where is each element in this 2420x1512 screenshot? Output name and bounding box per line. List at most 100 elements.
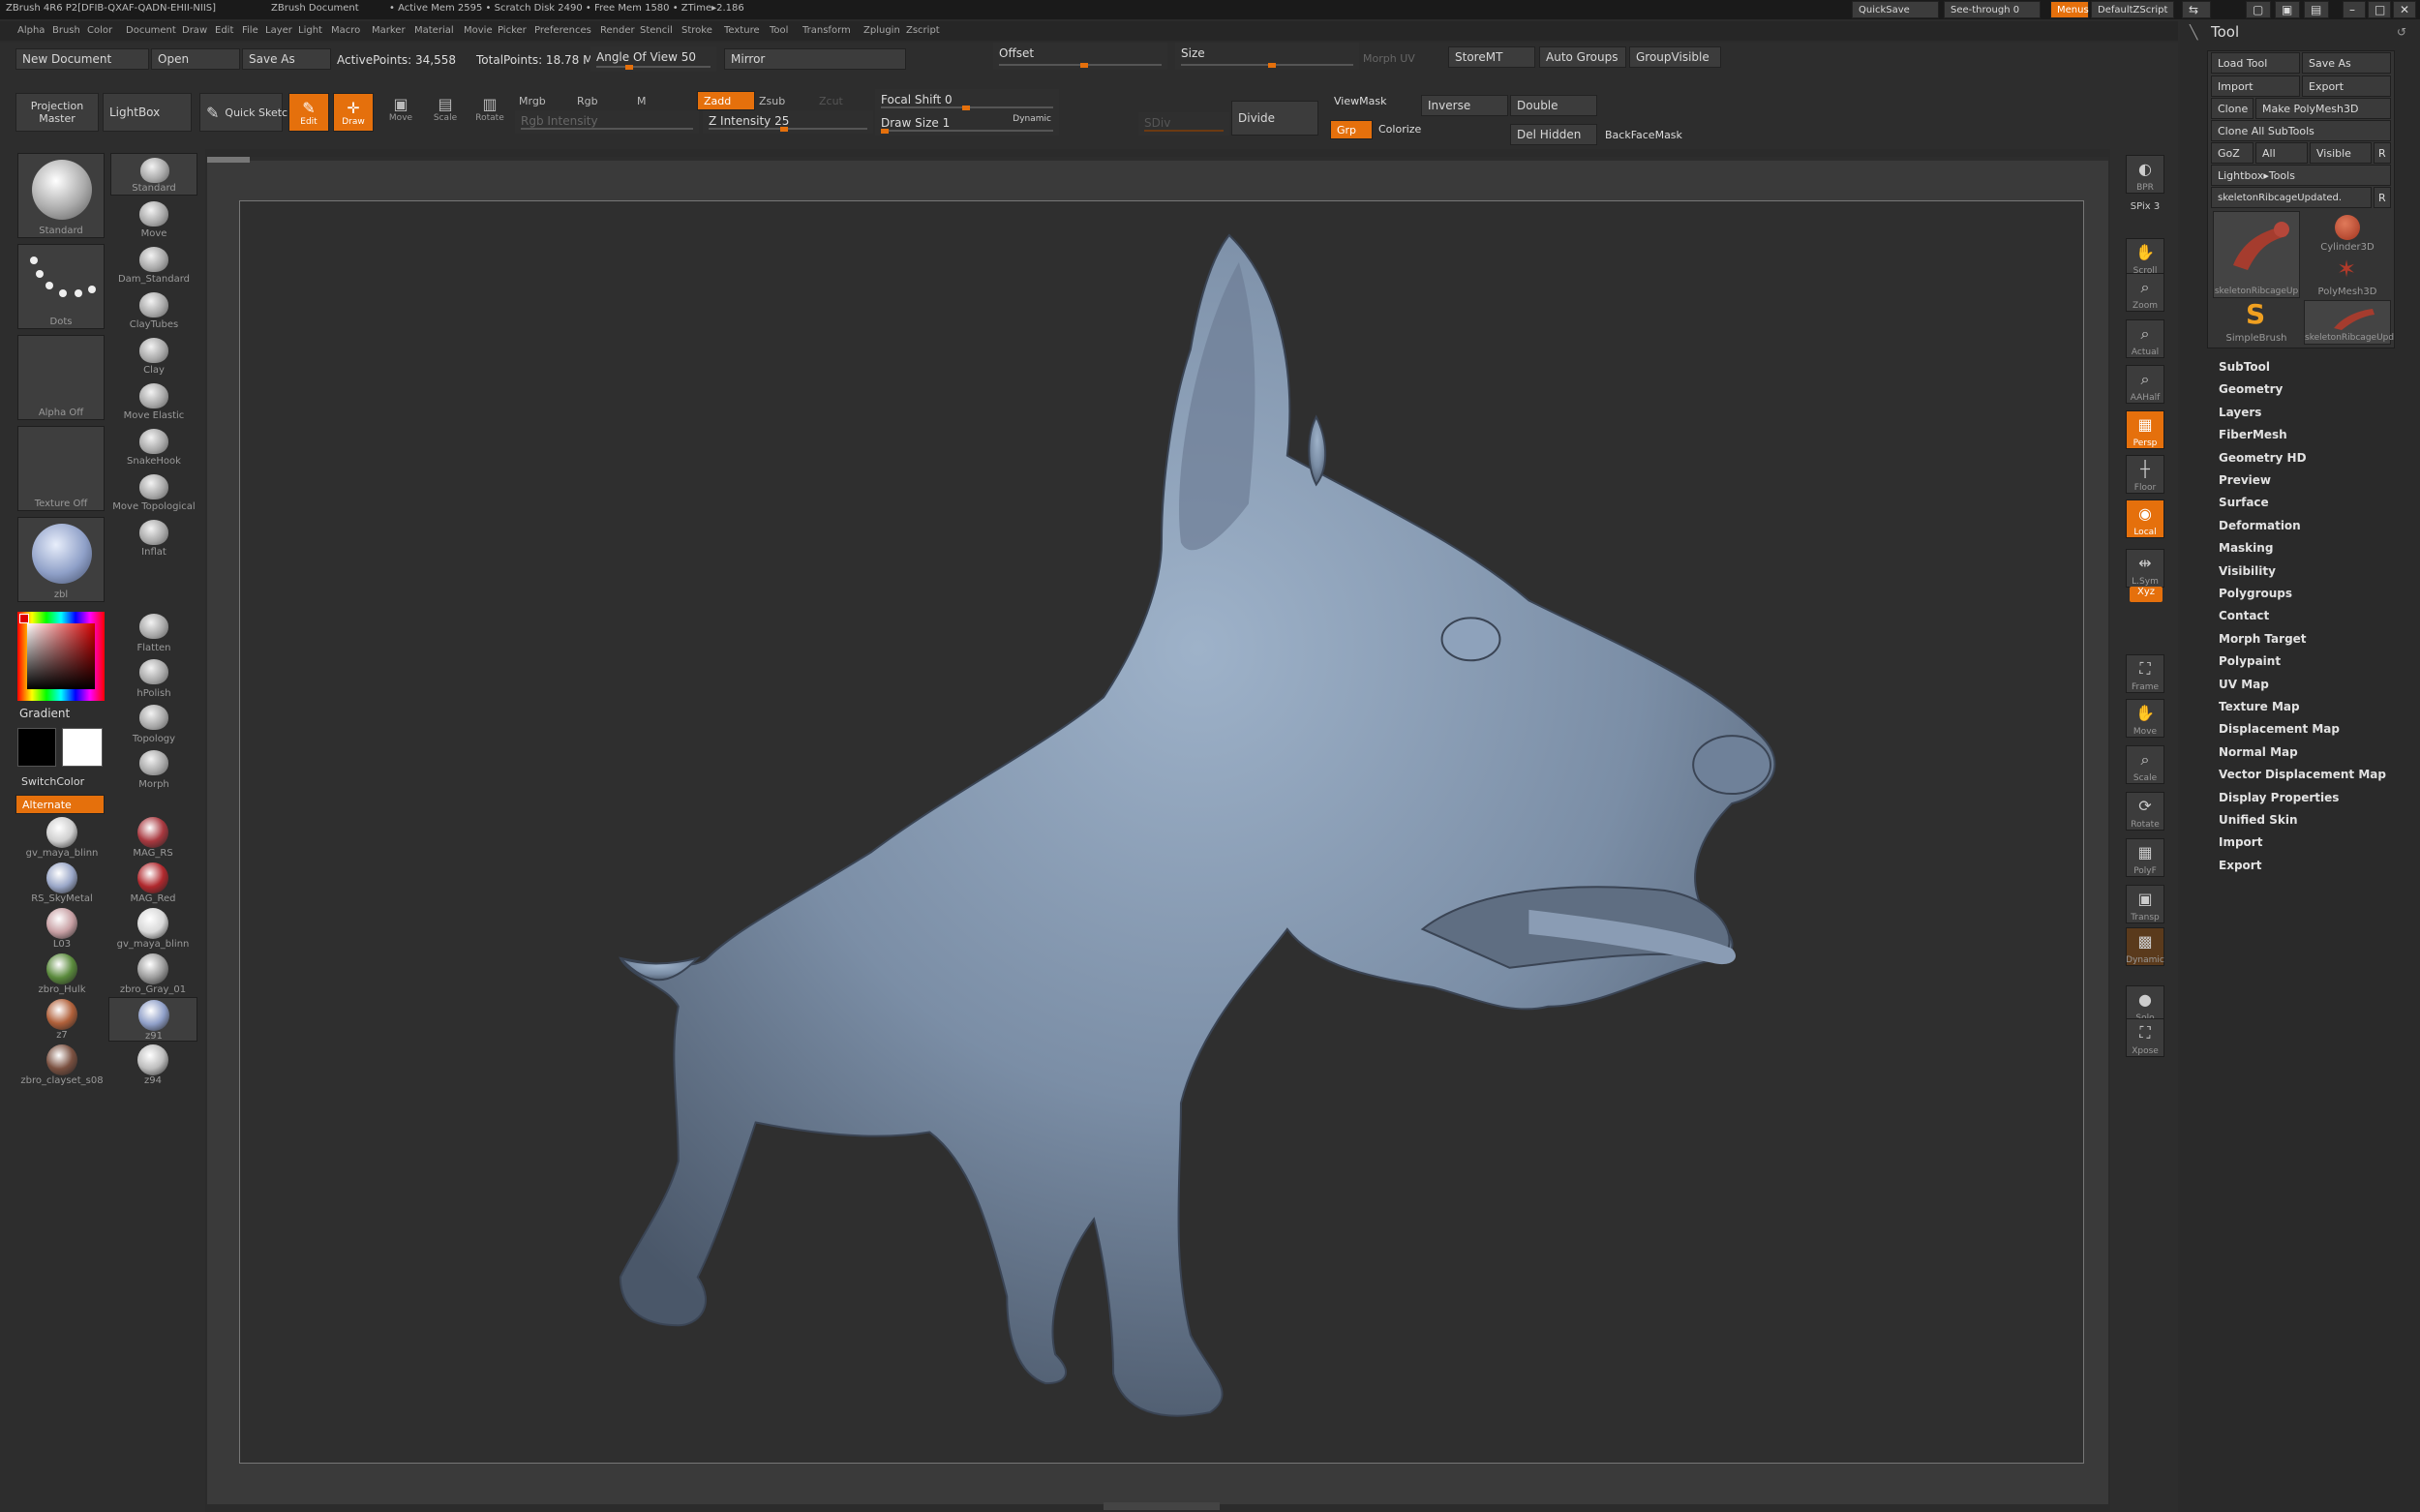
canvas-bottom-scroll[interactable] bbox=[1104, 1502, 1220, 1510]
tool-section-normal-map[interactable]: Normal Map bbox=[2219, 745, 2298, 759]
current-brush-thumbnail[interactable]: Standard bbox=[17, 153, 105, 238]
right-shelf-dynamic[interactable]: ▩ Dynamic bbox=[2126, 927, 2164, 966]
menu-brush[interactable]: Brush bbox=[52, 25, 80, 36]
save-as-tool-button[interactable]: Save As bbox=[2302, 52, 2391, 74]
material-item[interactable]: MAG_Red bbox=[108, 861, 197, 905]
gradient-toggle[interactable]: Gradient bbox=[19, 707, 70, 720]
default-zscript-button[interactable]: DefaultZScript bbox=[2091, 1, 2174, 18]
menu-color[interactable]: Color bbox=[87, 25, 112, 36]
alpha-thumbnail[interactable]: Alpha Off bbox=[17, 335, 105, 420]
tool-section-import[interactable]: Import bbox=[2219, 835, 2262, 849]
tool-section-layers[interactable]: Layers bbox=[2219, 406, 2261, 419]
material-item[interactable]: zbro_Gray_01 bbox=[108, 952, 197, 996]
clone-button[interactable]: Clone bbox=[2211, 98, 2254, 119]
tool-thumb-skeleton[interactable]: skeletonRibcageUp bbox=[2213, 211, 2300, 298]
brush-claytubes[interactable]: ClayTubes bbox=[110, 290, 197, 333]
right-shelf-actual[interactable]: ⌕ Actual bbox=[2126, 319, 2164, 358]
brush-hpolish[interactable]: hPolish bbox=[110, 657, 197, 700]
right-shelf-local[interactable]: ◉ Local bbox=[2126, 499, 2164, 538]
goz-all-button[interactable]: All bbox=[2255, 142, 2308, 164]
tool-section-masking[interactable]: Masking bbox=[2219, 541, 2273, 555]
tool-section-morph-target[interactable]: Morph Target bbox=[2219, 632, 2307, 646]
menu-draw[interactable]: Draw bbox=[182, 25, 207, 36]
viewmask-button[interactable]: ViewMask bbox=[1334, 95, 1386, 107]
quicksave-button[interactable]: QuickSave bbox=[1852, 1, 1939, 18]
tool-section-polypaint[interactable]: Polypaint bbox=[2219, 654, 2281, 668]
stroke-thumbnail[interactable]: Dots bbox=[17, 244, 105, 329]
right-shelf-move[interactable]: ✋ Move bbox=[2126, 699, 2164, 738]
right-shelf-scale[interactable]: ⌕ Scale bbox=[2126, 745, 2164, 784]
material-item[interactable]: zbro_clayset_s08 bbox=[17, 1043, 106, 1087]
menu-preferences[interactable]: Preferences bbox=[534, 25, 591, 36]
material-item[interactable]: gv_maya_blinn bbox=[17, 815, 106, 860]
menu-file[interactable]: File bbox=[242, 25, 258, 36]
clone-all-subtools-button[interactable]: Clone All SubTools bbox=[2211, 120, 2391, 141]
lightbox-button[interactable]: LightBox bbox=[103, 93, 192, 132]
size-slider[interactable]: Size bbox=[1175, 43, 1359, 70]
close-icon[interactable]: ✕ bbox=[2393, 1, 2416, 18]
goz-button[interactable]: GoZ bbox=[2211, 142, 2254, 164]
tool-section-fibermesh[interactable]: FiberMesh bbox=[2219, 428, 2287, 441]
right-shelf-xpose[interactable]: ⛶ Xpose bbox=[2126, 1018, 2164, 1057]
quick-sketch-button[interactable]: ✎ Quick Sketch bbox=[199, 93, 294, 132]
right-shelf-frame[interactable]: ⛶ Frame bbox=[2126, 654, 2164, 693]
tool-thumb-skeleton-2[interactable]: skeletonRibcageUpd bbox=[2304, 300, 2394, 345]
tool-section-preview[interactable]: Preview bbox=[2219, 473, 2271, 487]
zadd-button[interactable]: Zadd bbox=[697, 91, 755, 110]
menu-tool[interactable]: Tool bbox=[770, 25, 788, 36]
rgb-intensity-slider[interactable]: Rgb Intensity bbox=[515, 110, 699, 134]
tool-section-uv-map[interactable]: UV Map bbox=[2219, 678, 2269, 691]
material-item[interactable]: zbro_Hulk bbox=[17, 952, 106, 996]
inverse-button[interactable]: Inverse bbox=[1421, 95, 1508, 116]
right-shelf-scroll[interactable]: ✋ Scroll bbox=[2126, 238, 2164, 277]
menu-material[interactable]: Material bbox=[414, 25, 454, 36]
zsub-button[interactable]: Zsub bbox=[759, 95, 785, 107]
minimize-icon[interactable]: – bbox=[2343, 1, 2366, 18]
dynamic-toggle[interactable]: Dynamic bbox=[1013, 114, 1051, 124]
double-button[interactable]: Double bbox=[1510, 95, 1597, 116]
tool-section-unified-skin[interactable]: Unified Skin bbox=[2219, 813, 2297, 827]
menu-marker[interactable]: Marker bbox=[372, 25, 406, 36]
brush-topology[interactable]: Topology bbox=[110, 703, 197, 745]
menus-button[interactable]: Menus bbox=[2050, 1, 2089, 18]
save-as-button[interactable]: Save As bbox=[242, 48, 331, 70]
material-item[interactable]: MAG_RS bbox=[108, 815, 197, 860]
brush-flatten[interactable]: Flatten bbox=[110, 612, 197, 654]
auto-groups-button[interactable]: Auto Groups bbox=[1539, 46, 1626, 68]
current-tool-r-button[interactable]: R bbox=[2374, 187, 2391, 208]
tool-section-deformation[interactable]: Deformation bbox=[2219, 519, 2301, 532]
right-shelf-spix-3[interactable]: SPix 3 bbox=[2126, 201, 2164, 223]
right-shelf-l-sym[interactable]: ⇹ L.Sym bbox=[2126, 549, 2164, 588]
group-visible-button[interactable]: GroupVisible bbox=[1629, 46, 1721, 68]
load-tool-button[interactable]: Load Tool bbox=[2211, 52, 2300, 74]
tool-section-export[interactable]: Export bbox=[2219, 859, 2261, 872]
tool-thumb-simplebrush[interactable]: S SimpleBrush bbox=[2213, 298, 2300, 345]
brush-morph[interactable]: Morph bbox=[110, 748, 197, 791]
color-picker[interactable] bbox=[17, 612, 105, 701]
material-item[interactable]: RS_SkyMetal bbox=[17, 861, 106, 905]
zcut-button[interactable]: Zcut bbox=[819, 95, 843, 107]
brush-dam-standard[interactable]: Dam_Standard bbox=[110, 245, 197, 287]
morph-uv-button[interactable]: Morph UV bbox=[1363, 52, 1415, 65]
dog-sculpt-model[interactable] bbox=[240, 201, 2083, 1463]
backfacemask-button[interactable]: BackFaceMask bbox=[1605, 129, 1682, 141]
brush-move[interactable]: Move bbox=[110, 199, 197, 242]
export-tool-button[interactable]: Export bbox=[2302, 76, 2391, 97]
right-shelf-polyf[interactable]: ▦ PolyF bbox=[2126, 838, 2164, 877]
goz-r-button[interactable]: R bbox=[2374, 142, 2391, 164]
tool-section-geometry[interactable]: Geometry bbox=[2219, 382, 2283, 396]
menu-zscript[interactable]: Zscript bbox=[906, 25, 940, 36]
right-shelf-floor[interactable]: ┼ Floor bbox=[2126, 455, 2164, 494]
menu-movie[interactable]: Movie bbox=[464, 25, 493, 36]
tool-section-texture-map[interactable]: Texture Map bbox=[2219, 700, 2300, 713]
material-item[interactable]: L03 bbox=[17, 906, 106, 951]
menu-document[interactable]: Document bbox=[126, 25, 176, 36]
tool-section-vector-displacement-map[interactable]: Vector Displacement Map bbox=[2219, 768, 2386, 781]
grp-button[interactable]: Grp bbox=[1330, 120, 1373, 139]
focal-shift-slider[interactable]: Focal Shift 0 bbox=[875, 89, 1059, 112]
colorize-button[interactable]: Colorize bbox=[1378, 123, 1421, 136]
brush-snakehook[interactable]: SnakeHook bbox=[110, 427, 197, 469]
material-item[interactable]: z91 bbox=[108, 997, 197, 1042]
right-shelf-bpr[interactable]: ◐ BPR bbox=[2126, 155, 2164, 194]
goz-visible-button[interactable]: Visible bbox=[2310, 142, 2372, 164]
